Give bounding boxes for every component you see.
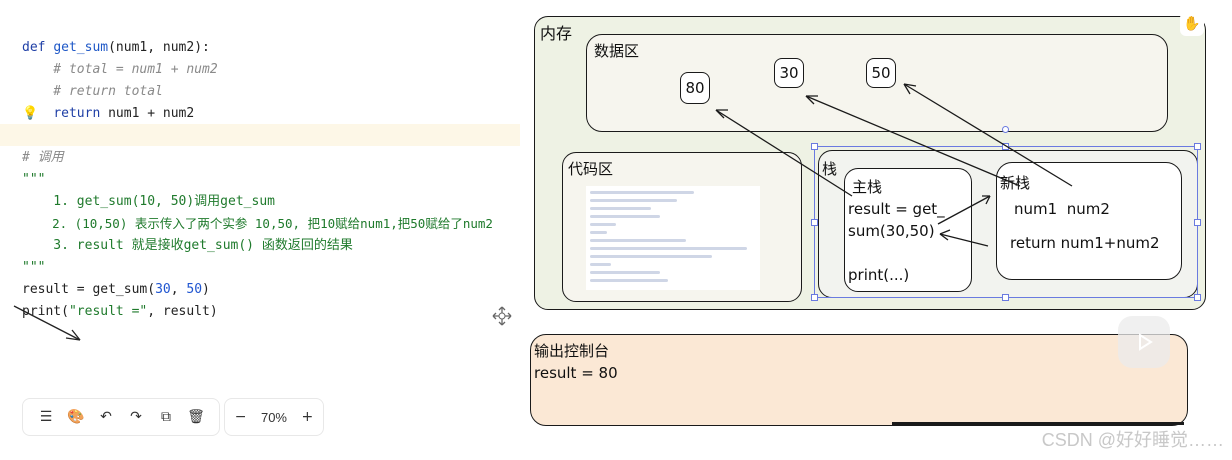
code-editor[interactable]: 💡 def get_sum(num1, num2): # total = num…	[0, 30, 520, 330]
code-thumbnail	[586, 186, 760, 290]
code-line-3: # return total	[22, 84, 163, 99]
play-button[interactable]	[1118, 316, 1170, 368]
selection-handle[interactable]	[1194, 219, 1201, 226]
selection-handle[interactable]	[1194, 143, 1201, 150]
code-line-8: 1. get_sum(10, 50)调用get_sum	[22, 194, 275, 209]
code-line-9: 2. (10,50) 表示传入了两个实参 10,50, 把10赋给num1,把5…	[22, 216, 493, 231]
console-label: 输出控制台	[534, 342, 610, 360]
sketch-arrow-icon	[13, 305, 81, 341]
code-line-7: """	[22, 172, 46, 187]
data-value-80: 80	[680, 72, 710, 104]
drawing-toolbar: ☰ 🎨 ↶ ↷ ⧉ 🗑	[22, 398, 220, 436]
code-area-label: 代码区	[568, 160, 614, 178]
data-value-30: 30	[774, 58, 804, 88]
rotate-handle[interactable]	[1002, 126, 1009, 133]
console-bottom-edge	[892, 422, 1184, 425]
zoom-in-button[interactable]: +	[296, 406, 318, 428]
palette-icon[interactable]: 🎨	[65, 406, 87, 428]
memory-label: 内存	[540, 24, 573, 43]
menu-icon[interactable]: ☰	[35, 406, 57, 428]
selection-handle[interactable]	[1002, 143, 1009, 150]
code-line-10: 3. result 就是接收get_sum() 函数返回的结果	[22, 238, 353, 253]
code-line-11: """	[22, 260, 46, 275]
current-line-highlight	[0, 124, 520, 146]
zoom-level: 70%	[260, 409, 287, 425]
code-line-1: def get_sum(num1, num2):	[22, 40, 210, 55]
hand-pan-icon[interactable]: ✋	[1180, 12, 1204, 36]
selection-box[interactable]	[814, 146, 1198, 298]
code-line-4: return num1 + num2	[53, 106, 195, 121]
console-output: result = 80	[534, 364, 618, 382]
play-icon	[1139, 333, 1153, 351]
selection-handle[interactable]	[1002, 294, 1009, 301]
data-value-50: 50	[866, 58, 896, 88]
code-line-6: # 调用	[22, 150, 64, 165]
code-line-12: result = get_sum(30, 50)	[22, 282, 210, 297]
trash-icon[interactable]: 🗑	[185, 406, 207, 428]
watermark: CSDN @好好睡觉……	[1041, 430, 1224, 450]
zoom-out-button[interactable]: −	[230, 406, 252, 428]
move-cursor-icon	[492, 306, 512, 326]
undo-icon[interactable]: ↶	[95, 406, 117, 428]
output-console	[530, 334, 1188, 426]
selection-handle[interactable]	[811, 294, 818, 301]
copy-icon[interactable]: ⧉	[155, 406, 177, 428]
zoom-control: − 70% +	[224, 398, 324, 436]
code-line-2: # total = num1 + num2	[22, 62, 218, 77]
data-area-label: 数据区	[594, 42, 640, 60]
selection-handle[interactable]	[1194, 294, 1201, 301]
selection-handle[interactable]	[811, 143, 818, 150]
redo-icon[interactable]: ↷	[125, 406, 147, 428]
selection-handle[interactable]	[811, 219, 818, 226]
